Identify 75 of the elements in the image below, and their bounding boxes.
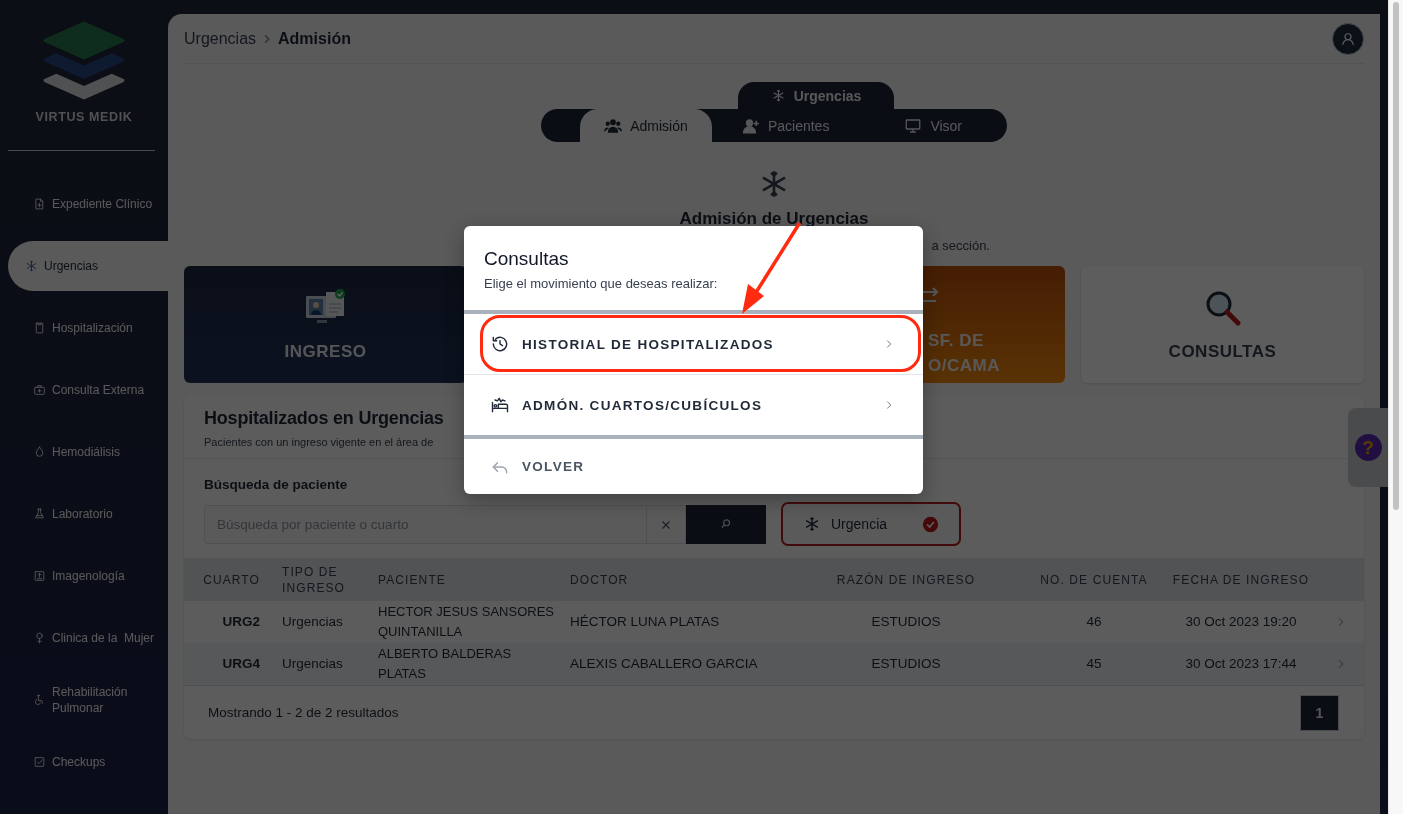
column-header: TIPO DE INGRESO: [282, 564, 346, 595]
panel-subtitle: Pacientes con un ingreso vigente en el área de: [204, 436, 435, 448]
table-cell: 30 Oct 2023 19:20: [1185, 614, 1297, 629]
column-header: FECHA DE INGRESO: [1172, 572, 1310, 587]
menu-option[interactable]: ADMÓN. CUARTOS/CUBÍCULOS: [464, 375, 923, 435]
logo-icon: [43, 21, 125, 101]
sidebar-item[interactable]: Consulta Externa: [8, 365, 168, 415]
history-icon: [490, 334, 510, 354]
table-cell: URG4: [222, 656, 260, 671]
tab[interactable]: Pacientes: [711, 109, 860, 142]
snowflake-icon: [803, 515, 821, 533]
table-cell: ESTUDIOS: [871, 614, 941, 629]
module-tab[interactable]: Urgencias: [738, 82, 894, 109]
table-cell: Urgencias: [282, 614, 343, 629]
table-cell: 46: [1086, 614, 1102, 629]
table-cell: 30 Oct 2023 17:44: [1185, 656, 1297, 671]
admission-card[interactable]: INGRESO: [184, 266, 467, 383]
female-icon: [33, 631, 46, 645]
search-button[interactable]: [686, 504, 766, 544]
table-cell: HECTOR JESUS SANSORES QUINTANILLA: [378, 604, 555, 639]
dialog-title: Consultas: [484, 248, 570, 270]
clear-button[interactable]: [646, 504, 686, 544]
dialog-subtitle: Elige el movimiento que deseas realizar:: [484, 276, 719, 291]
page-button[interactable]: 1: [1300, 694, 1339, 731]
column-header: CUARTO: [203, 572, 260, 587]
sidebar-item[interactable]: Rehabilitación Pulmonar: [8, 675, 168, 725]
section-subtitle: a sección.: [931, 238, 990, 253]
table-cell: Urgencias: [282, 656, 343, 671]
table-cell: URG2: [222, 614, 260, 629]
sidebar-item[interactable]: Expediente Clínico: [8, 179, 168, 229]
table-cell: ALEXIS CABALLERO GARCIA: [570, 656, 758, 671]
scrollbar[interactable]: [1388, 0, 1403, 814]
breadcrumb-current: Admisión: [278, 29, 351, 48]
results-summary: Mostrando 1 - 2 de 2 resultados: [208, 705, 399, 720]
sidebar-item[interactable]: Imagenología: [8, 551, 168, 601]
sidebar-item[interactable]: Urgencias: [8, 241, 168, 291]
table-cell: ALBERTO BALDERAS PLATAS: [378, 646, 512, 681]
tab[interactable]: Admisión: [580, 109, 712, 142]
sidebar-item[interactable]: Laboratorio: [8, 489, 168, 539]
people-icon: [604, 116, 623, 135]
panel-title: Hospitalizados en Urgencias: [204, 408, 445, 429]
section-title: Admisión de Urgencias: [679, 209, 869, 229]
column-header: PACIENTE: [378, 572, 446, 587]
drop-icon: [33, 445, 46, 459]
table-cell: 45: [1086, 656, 1102, 671]
add-user-icon: [741, 116, 760, 135]
sidebar-item[interactable]: Hospitalización: [8, 303, 168, 353]
filter-chip[interactable]: Urgencia: [781, 502, 961, 546]
medical-bag-icon: [33, 383, 46, 397]
field-label: Búsqueda de paciente: [204, 477, 349, 492]
document-plus-icon: [33, 197, 46, 211]
sidebar-item[interactable]: Checkups: [8, 737, 168, 787]
sidebar-item[interactable]: Clinica de la Mujer: [8, 613, 168, 663]
wheelchair-icon: [33, 693, 46, 707]
monitor-icon: [904, 116, 923, 135]
user-avatar[interactable]: [1332, 22, 1364, 55]
flask-icon: [33, 507, 46, 521]
tab[interactable]: Visor: [859, 109, 1007, 142]
checkbox-icon: [33, 755, 46, 769]
bed-icon: [490, 395, 510, 415]
help-button[interactable]: ?: [1348, 408, 1388, 487]
upload-frame-icon: [33, 569, 46, 583]
column-header: RAZÓN DE INGRESO: [836, 572, 976, 587]
brand-name: VIRTUS MEDIK: [35, 110, 133, 124]
column-header: DOCTOR: [570, 572, 629, 587]
door-icon: [33, 321, 46, 335]
table-cell: HÉCTOR LUNA PLATAS: [570, 614, 720, 629]
menu-option[interactable]: VOLVER: [464, 439, 923, 494]
sidebar-item[interactable]: Hemodiálisis: [8, 427, 168, 477]
snowflake-icon: [25, 259, 38, 273]
search-icon: [719, 517, 733, 531]
consultas-card[interactable]: CONSULTAS: [1081, 266, 1364, 383]
breadcrumb-link[interactable]: Urgencias: [184, 29, 257, 48]
column-header: NO. DE CUENTA: [1040, 572, 1148, 587]
table-cell: ESTUDIOS: [871, 656, 941, 671]
